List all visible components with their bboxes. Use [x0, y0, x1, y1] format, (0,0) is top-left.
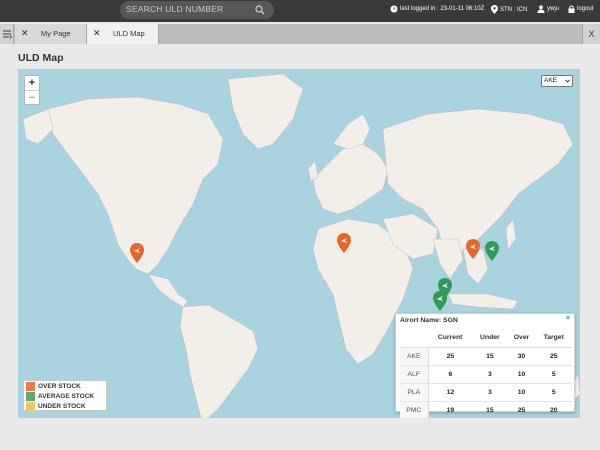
under-stock-swatch	[26, 402, 35, 411]
close-all-tabs-button[interactable]: X	[582, 24, 600, 44]
uld-type-value[interactable]: AKE	[544, 77, 557, 84]
legend-label: UNDER STOCK	[38, 403, 86, 410]
user-icon	[537, 5, 545, 13]
search-input[interactable]: SEARCH ULD NUMBER	[126, 4, 223, 14]
world-map[interactable]: + − AKE OVER STOCK AVERAGE STOCK UNDER S…	[18, 69, 580, 418]
table-row: AKE 25 15 30 25	[400, 347, 572, 366]
logout-label[interactable]: logout	[577, 6, 593, 12]
search-icon[interactable]	[255, 5, 265, 15]
column-header: Over	[507, 329, 536, 348]
top-bar: SEARCH ULD NUMBER last logged in : 23-01…	[0, 0, 600, 22]
stock-table: Current Under Over Target AKE 25 15 30 2…	[400, 329, 572, 418]
uld-code-cell: ALF	[400, 365, 429, 384]
station-info: STN : ICN	[491, 5, 527, 14]
table-cell: 3	[472, 383, 508, 402]
popup-title: Airort Name: SGN	[400, 317, 458, 324]
chevron-down-icon[interactable]	[565, 79, 570, 83]
uld-code-cell: PMC	[400, 401, 429, 418]
popup-close-icon[interactable]: ×	[566, 315, 570, 322]
close-tab-icon[interactable]: ✕	[21, 28, 29, 39]
menu-toggle-button[interactable]	[0, 24, 14, 44]
table-cell: 15	[472, 401, 508, 418]
user-name[interactable]: ywju	[547, 6, 559, 12]
page-title: ULD Map	[18, 52, 64, 64]
menu-icon[interactable]	[0, 24, 14, 44]
legend-item-over: OVER STOCK	[24, 382, 106, 391]
tab-uld-map[interactable]: ✕ ULD Map	[87, 24, 159, 44]
uld-type-select[interactable]: AKE	[541, 75, 573, 87]
column-header: Current	[428, 329, 473, 348]
zoom-in-button[interactable]: +	[25, 76, 39, 90]
table-row: ALF 6 3 10 5	[400, 365, 572, 384]
over-stock-swatch	[26, 382, 35, 391]
table-cell: 30	[507, 347, 536, 366]
uld-code-cell: AKE	[400, 347, 429, 366]
user-info[interactable]: ywju	[537, 5, 559, 13]
column-header: Under	[472, 329, 508, 348]
table-cell: 10	[507, 365, 536, 384]
logout-link[interactable]: logout	[568, 5, 593, 13]
tab-label[interactable]: My Page	[41, 29, 71, 38]
table-cell: 3	[472, 365, 508, 384]
table-cell: 25	[428, 347, 473, 366]
table-cell: 5	[535, 383, 572, 402]
table-cell: 25	[507, 401, 536, 418]
legend-item-under: UNDER STOCK	[24, 402, 106, 411]
marker-over-stock[interactable]	[130, 243, 144, 263]
last-login-text: last logged in : 23-01-11 06:10Z	[400, 6, 485, 12]
legend-label: OVER STOCK	[38, 383, 81, 390]
stock-legend: OVER STOCK AVERAGE STOCK UNDER STOCK	[23, 380, 107, 411]
table-cell: 6	[428, 365, 473, 384]
legend-item-average: AVERAGE STOCK	[24, 392, 106, 401]
table-cell: 19	[428, 401, 473, 418]
uld-code-cell: PLA	[400, 383, 429, 402]
station-text: STN : ICN	[500, 6, 528, 13]
table-cell: 15	[472, 347, 508, 366]
airport-popup: Airort Name: SGN × Current Under Over Ta…	[395, 313, 575, 418]
marker-average-stock[interactable]	[433, 291, 447, 311]
table-cell: 10	[507, 383, 536, 402]
lock-icon	[568, 5, 575, 13]
marker-average-stock[interactable]	[485, 241, 499, 261]
table-cell: 25	[535, 347, 572, 366]
clock-icon	[390, 5, 398, 13]
marker-over-stock[interactable]	[466, 239, 480, 259]
table-row: PLA 12 3 10 5	[400, 383, 572, 402]
tab-bar: ✕ My Page ✕ ULD Map X	[0, 24, 600, 44]
tab-label[interactable]: ULD Map	[113, 29, 145, 38]
average-stock-swatch	[26, 392, 35, 401]
zoom-control: + −	[24, 75, 40, 105]
search-box[interactable]: SEARCH ULD NUMBER	[120, 1, 274, 19]
column-header: Target	[535, 329, 572, 348]
column-header	[400, 329, 428, 348]
table-header-row: Current Under Over Target	[400, 329, 572, 348]
zoom-out-button[interactable]: −	[25, 90, 39, 104]
close-tab-icon[interactable]: ✕	[93, 28, 101, 39]
table-cell: 5	[535, 365, 572, 384]
marker-over-stock[interactable]	[337, 233, 351, 253]
table-cell: 12	[428, 383, 473, 402]
last-login-info: last logged in : 23-01-11 06:10Z	[390, 5, 484, 13]
tab-my-page[interactable]: ✕ My Page	[15, 24, 87, 44]
legend-label: AVERAGE STOCK	[38, 393, 95, 400]
location-pin-icon	[491, 5, 498, 14]
table-row: PMC 19 15 25 20	[400, 401, 572, 418]
table-cell: 20	[535, 401, 572, 418]
